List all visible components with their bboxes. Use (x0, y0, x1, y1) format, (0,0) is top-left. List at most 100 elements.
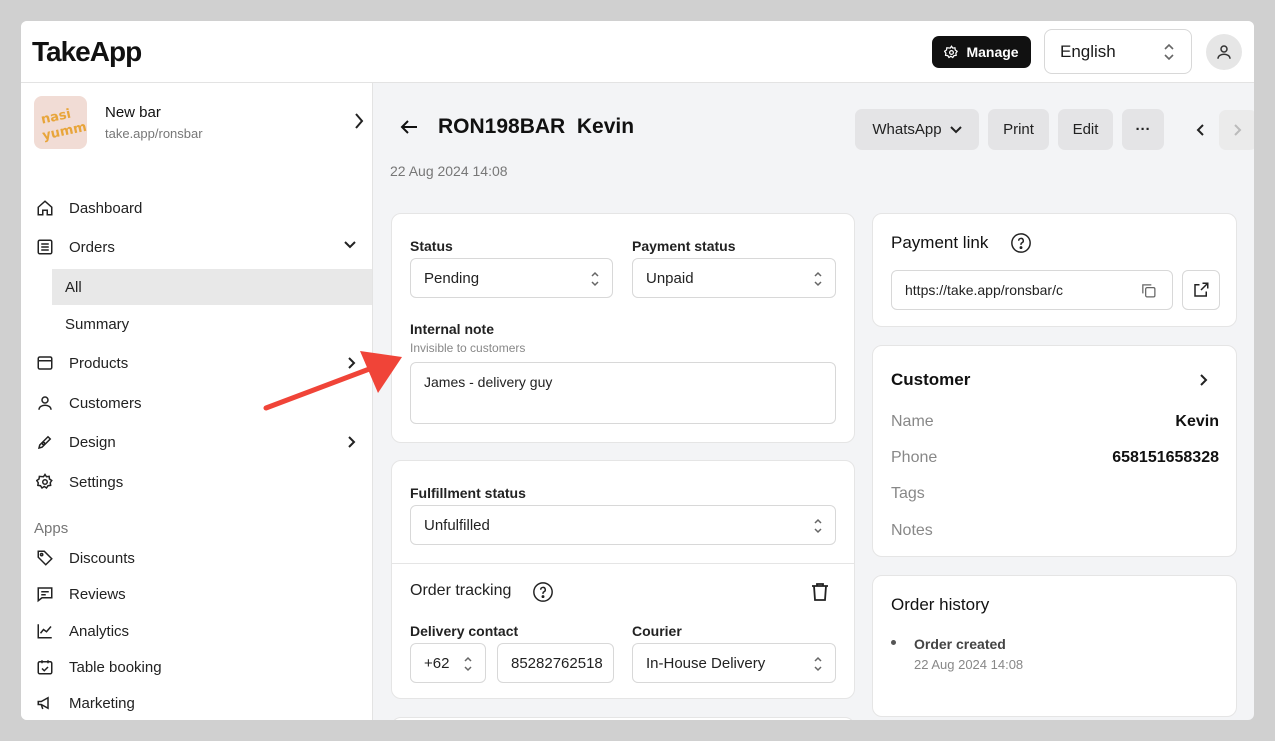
courier-value: In-House Delivery (646, 654, 766, 672)
print-button[interactable]: Print (988, 109, 1049, 150)
store-url: take.app/ronsbar (105, 126, 203, 141)
sidebar-item-dashboard[interactable]: Dashboard (21, 190, 372, 226)
sidebar-item-marketing[interactable]: Marketing (21, 685, 372, 720)
order-tracking-label: Order tracking (410, 582, 512, 599)
store-name: New bar (105, 104, 161, 121)
sidebar-item-products[interactable]: Products (21, 345, 372, 381)
megaphone-icon (37, 696, 49, 710)
sidebar-item-orders[interactable]: Orders (21, 229, 372, 265)
sidebar-item-orders-summary[interactable]: Summary (52, 306, 372, 342)
history-event-time: 22 Aug 2024 14:08 (914, 657, 1024, 672)
payment-link-input[interactable]: https://take.app/ronsbar/c (891, 270, 1173, 310)
country-code-value: +62 (424, 654, 450, 672)
sidebar-item-table-booking[interactable]: Table booking (21, 649, 372, 685)
tag-icon (37, 550, 53, 566)
store-switcher[interactable]: nasi yumm New bar take.app/ronsbar (34, 96, 364, 150)
sidebar-item-label: Table booking (69, 658, 162, 676)
home-icon (37, 200, 53, 216)
chevron-updown-icon (814, 656, 822, 672)
status-select[interactable]: Pending (410, 258, 613, 298)
internal-note-label: Internal note (410, 321, 495, 337)
order-customer: Kevin (576, 115, 635, 138)
status-value: Pending (424, 269, 480, 287)
fulfillment-status-label: Fulfillment status (410, 485, 526, 501)
open-link-button[interactable] (1182, 270, 1220, 310)
chevron-right-icon (348, 436, 356, 448)
top-bar: TakeApp Manage English (21, 21, 1254, 83)
payment-link-card: Payment link https://take.app/ronsbar/c (872, 213, 1237, 327)
fulfillment-status-select[interactable]: Unfulfilled (410, 505, 836, 545)
app-window: TakeApp Manage English nasi yumm New bar … (21, 21, 1254, 720)
timeline-dot (891, 640, 896, 645)
chevron-updown-icon (814, 271, 822, 287)
manage-button[interactable]: Manage (932, 36, 1031, 68)
status-card: Status Pending Payment status Unpaid Int… (391, 213, 855, 443)
payment-link-url: https://take.app/ronsbar/c (905, 282, 1063, 298)
sidebar-item-design[interactable]: Design (21, 424, 372, 460)
chevron-updown-icon (1164, 43, 1174, 61)
order-history-card: Order history Order created 22 Aug 2024 … (872, 575, 1237, 717)
customer-title: Customer (891, 370, 971, 389)
country-code-select[interactable]: +62 (410, 643, 486, 683)
sidebar-item-customers[interactable]: Customers (21, 385, 372, 421)
sidebar-item-label: Settings (69, 473, 124, 491)
sidebar-item-label: Dashboard (69, 199, 143, 217)
order-history-title: Order history (891, 595, 990, 614)
whatsapp-button[interactable]: WhatsApp (855, 109, 979, 150)
customer-tags-label: Tags (891, 485, 925, 502)
manage-label: Manage (966, 44, 1019, 60)
help-circle-icon[interactable] (532, 581, 554, 603)
edit-button[interactable]: Edit (1058, 109, 1113, 150)
customer-name-label: Name (891, 413, 934, 430)
chevron-down-icon (949, 125, 962, 133)
next-order-button[interactable] (1219, 110, 1254, 150)
sidebar-item-label: Reviews (69, 585, 126, 603)
chevron-updown-icon (464, 656, 472, 672)
language-select[interactable]: English (1044, 29, 1192, 74)
chevron-left-icon (1196, 124, 1204, 136)
customer-name-value: Kevin (1175, 413, 1219, 430)
payment-status-label: Payment status (632, 238, 736, 254)
chevron-updown-icon (814, 518, 822, 534)
chevron-right-icon[interactable] (1199, 373, 1209, 387)
previous-order-button[interactable] (1181, 110, 1219, 150)
more-button[interactable]: ··· (1122, 109, 1164, 150)
internal-note-textarea[interactable]: James - delivery guy (410, 362, 836, 424)
status-label: Status (410, 238, 453, 254)
courier-select[interactable]: In-House Delivery (632, 643, 836, 683)
sidebar-item-orders-all[interactable]: All (52, 269, 372, 305)
sidebar-item-settings[interactable]: Settings (21, 464, 372, 500)
history-event: Order created (914, 636, 1006, 652)
message-icon (37, 587, 53, 603)
order-date: 22 Aug 2024 14:08 (390, 163, 508, 179)
sidebar-item-label: Orders (69, 238, 115, 256)
sidebar-item-label: Customers (69, 394, 142, 412)
app-logo[interactable]: TakeApp (32, 36, 142, 68)
calendar-check-icon (37, 660, 53, 675)
payment-status-select[interactable]: Unpaid (632, 258, 836, 298)
chart-line-icon (37, 624, 52, 639)
sidebar-item-label: Discounts (69, 549, 135, 567)
copy-icon[interactable] (1140, 282, 1157, 299)
sidebar-item-label: Analytics (69, 622, 130, 640)
sidebar-item-analytics[interactable]: Analytics (21, 613, 372, 649)
help-circle-icon[interactable] (1010, 232, 1032, 254)
user-avatar[interactable] (1206, 34, 1242, 70)
list-icon (37, 239, 53, 255)
chevron-right-icon (1234, 124, 1242, 136)
back-arrow-icon[interactable] (399, 119, 419, 135)
order-id: RON198BAR (438, 115, 566, 138)
sidebar: nasi yumm New bar take.app/ronsbar Dashbo… (21, 83, 373, 720)
sidebar-item-discounts[interactable]: Discounts (21, 540, 372, 576)
sidebar-item-reviews[interactable]: Reviews (21, 576, 372, 612)
trash-icon[interactable] (811, 582, 829, 602)
payment-status-value: Unpaid (646, 269, 694, 287)
page-title: RON198BAR Kevin (438, 115, 634, 139)
language-value: English (1060, 41, 1116, 61)
delivery-phone-input[interactable]: 85282762518 (497, 643, 614, 683)
additional-card (391, 717, 855, 720)
sidebar-item-label: Design (69, 433, 116, 451)
chevron-down-icon (344, 241, 356, 249)
payment-link-title: Payment link (891, 233, 989, 252)
fulfillment-status-value: Unfulfilled (424, 516, 490, 534)
